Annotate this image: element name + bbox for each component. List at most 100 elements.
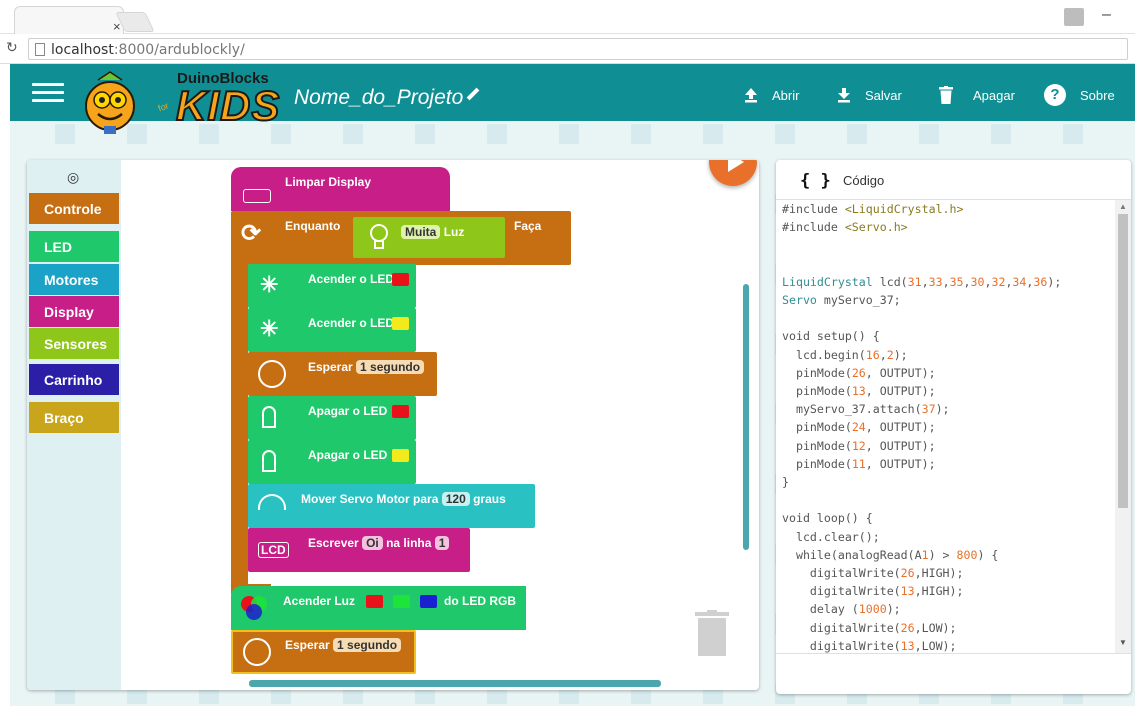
workspace-horizontal-scrollbar[interactable] (249, 680, 661, 687)
red-color-swatch[interactable] (392, 405, 409, 418)
block-label: Esperar (308, 360, 353, 374)
code-line: void loop() { (782, 511, 873, 526)
toolbox: ◎ Controle LED Motores Display Sensores Carri… (27, 160, 121, 690)
code-line: pinMode(13, OUTPUT); (782, 384, 936, 399)
project-name[interactable]: Nome_do_Projeto (294, 86, 463, 110)
code-line: lcd.begin(16,2); (782, 347, 908, 362)
download-icon (838, 88, 850, 103)
code-line: lcd.clear(); (782, 529, 880, 544)
servo-icon (258, 494, 286, 510)
reload-icon[interactable]: ↻ (6, 39, 18, 56)
code-braces-icon: { } (800, 171, 831, 191)
toolbox-category-brao[interactable]: Braço (29, 402, 119, 433)
code-line: delay (1000); (782, 602, 901, 617)
run-play-button[interactable] (709, 160, 757, 186)
block-acender-luz-rgb[interactable]: Acender Luz do LED RGB (231, 586, 526, 630)
background-square (703, 124, 723, 144)
block-apagar-led-red[interactable]: Apagar o LED (248, 396, 416, 440)
block-apagar-led-yellow[interactable]: Apagar o LED (248, 440, 416, 484)
scroll-up-icon[interactable]: ▲ (1119, 202, 1127, 211)
line-dropdown[interactable]: 1 (434, 536, 450, 550)
address-bar[interactable]: localhost:8000/ardublockly/ (28, 38, 1128, 60)
code-line: pinMode(26, OUTPUT); (782, 365, 936, 380)
url-text: localhost:8000/ardublockly/ (51, 42, 245, 58)
yellow-color-swatch[interactable] (392, 449, 409, 462)
background-square (415, 124, 435, 144)
text-input[interactable]: Oi (362, 536, 383, 550)
code-line: myServo_37.attach(37); (782, 402, 950, 417)
code-line: digitalWrite(13,HIGH); (782, 584, 964, 599)
angle-dropdown[interactable]: 120 (441, 492, 470, 506)
browser-tab-strip: × – (0, 0, 1135, 34)
background-square (487, 124, 507, 144)
scroll-down-icon[interactable]: ▼ (1119, 638, 1127, 647)
scroll-thumb[interactable] (1118, 214, 1128, 508)
code-line: digitalWrite(26,LOW); (782, 620, 957, 635)
code-line: while(analogRead(A1) > 800) { (782, 547, 999, 562)
delete-button[interactable]: Apagar (939, 84, 1015, 106)
open-button[interactable]: Abrir (744, 84, 799, 106)
code-view[interactable]: #include <LiquidCrystal.h> #include <Serv… (782, 200, 1112, 653)
app: DuinoBlocks for KIDS Nome_do_Projeto Abr… (10, 64, 1135, 706)
page-icon (35, 43, 45, 56)
green-color-swatch[interactable] (393, 595, 410, 608)
time-dropdown[interactable]: 1 segundo (333, 638, 402, 652)
block-esperar[interactable]: Esperar 1 segundo (248, 352, 437, 396)
help-icon: ? (1044, 84, 1066, 106)
block-mover-servo[interactable]: Mover Servo Motor para 120 graus (248, 484, 535, 528)
address-row: ↻ localhost:8000/ardublockly/ (0, 34, 1135, 64)
muita-dropdown[interactable]: Muita (401, 225, 441, 239)
toolbox-category-led[interactable]: LED (29, 231, 119, 262)
background-square (847, 124, 867, 144)
workspace-vertical-scrollbar[interactable] (743, 284, 749, 550)
code-panel: { } Código #include <LiquidCrystal.h> #in… (776, 160, 1131, 694)
block-sensor-luz[interactable]: Muita Luz (353, 217, 505, 258)
blockly-workspace[interactable]: ◎ Controle LED Motores Display Sensores Carri… (27, 160, 759, 690)
save-button[interactable]: Salvar (837, 84, 902, 106)
workspace-trash-icon[interactable] (695, 610, 729, 656)
toolbox-category-display[interactable]: Display (29, 296, 119, 327)
block-label: Escrever (308, 536, 359, 550)
block-label: Esperar (285, 638, 330, 652)
toolbox-category-carrinho[interactable]: Carrinho (29, 364, 119, 395)
block-label: Acender Luz (283, 594, 356, 608)
code-title: Código (843, 173, 885, 188)
browser-tab[interactable]: × (14, 6, 124, 34)
open-label: Abrir (772, 87, 800, 103)
blue-color-swatch[interactable] (420, 595, 437, 608)
toolbox-category-sensores[interactable]: Sensores (29, 328, 119, 359)
code-line: pinMode(24, OUTPUT); (782, 420, 936, 435)
enquanto-arm (231, 264, 248, 594)
toolbox-category-motores[interactable]: Motores (29, 264, 119, 295)
code-line: #include <LiquidCrystal.h> (782, 202, 964, 216)
toolbox-category-controle[interactable]: Controle (29, 193, 119, 224)
code-line: pinMode(11, OUTPUT); (782, 456, 936, 471)
block-acender-led-yellow[interactable]: ✳ Acender o LED (248, 308, 416, 352)
background-square (55, 124, 75, 144)
red-color-swatch[interactable] (366, 595, 383, 608)
code-scrollbar[interactable]: ▲ ▼ (1115, 200, 1131, 653)
code-line: pinMode(12, OUTPUT); (782, 438, 936, 453)
led-off-icon (262, 406, 276, 428)
edit-pencil-icon[interactable] (466, 87, 480, 101)
hide-eye-icon[interactable]: ◎ (67, 169, 79, 186)
block-escrever[interactable]: LCD Escrever Oi na linha 1 (248, 528, 470, 572)
block-limpar-display[interactable]: Limpar Display (231, 167, 450, 211)
time-dropdown[interactable]: 1 segundo (356, 360, 425, 374)
user-profile-icon[interactable] (1064, 8, 1084, 26)
background-square (1063, 124, 1083, 144)
menu-icon[interactable] (32, 83, 64, 103)
led-on-icon: ✳ (260, 272, 279, 297)
block-esperar-selected[interactable]: Esperar 1 segundo (231, 630, 416, 674)
display-icon (243, 189, 271, 203)
trash-icon (939, 86, 953, 104)
block-label: do LED RGB (444, 594, 516, 608)
red-color-swatch[interactable] (392, 273, 409, 286)
block-acender-led-red[interactable]: ✳ Acender o LED (248, 264, 416, 308)
lcd-icon: LCD (258, 542, 289, 558)
yellow-color-swatch[interactable] (392, 317, 409, 330)
about-button[interactable]: ? Sobre (1044, 84, 1115, 106)
minimize-icon[interactable]: – (1102, 6, 1111, 24)
